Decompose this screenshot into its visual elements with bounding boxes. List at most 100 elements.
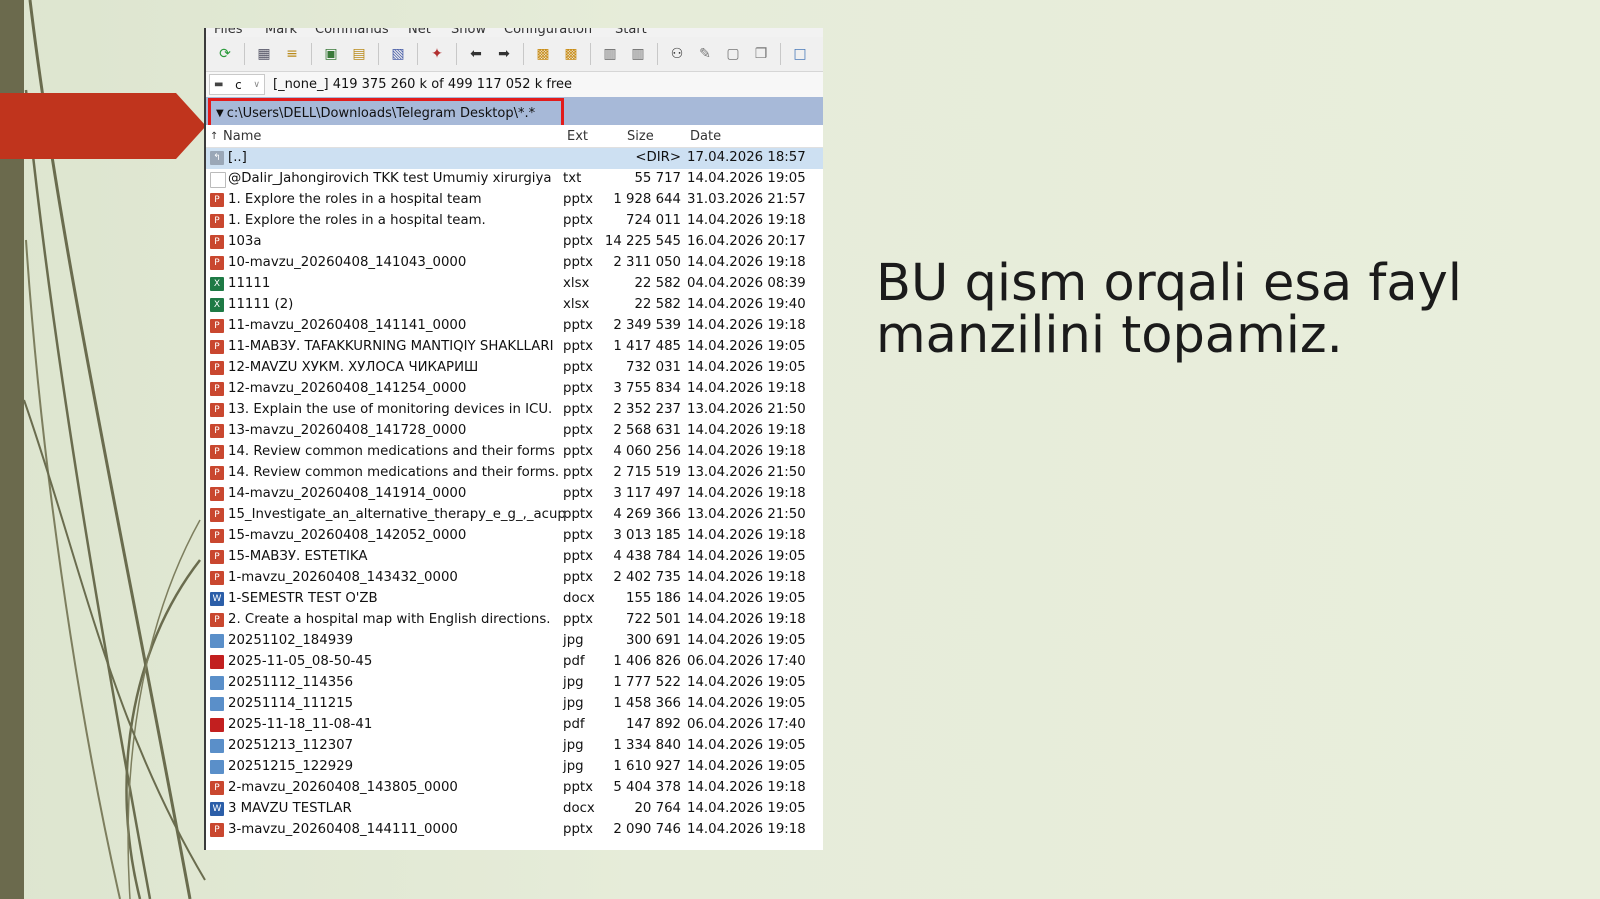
full-view-icon[interactable]: ≡	[281, 43, 303, 65]
file-ext: pptx	[563, 318, 593, 333]
compare-icon[interactable]: ▥	[599, 43, 621, 65]
file-row[interactable]: P 15-МАВЗУ. ESTETIKA pptx 4 438 784 14.04.20…	[206, 547, 823, 568]
file-row[interactable]: P 15_Investigate_an_alternative_therapy_e…	[206, 505, 823, 526]
menu-net[interactable]: Net	[408, 28, 431, 37]
sync-icon[interactable]: ▥	[627, 43, 649, 65]
file-ext: docx	[563, 591, 595, 606]
file-row[interactable]: 2025-11-18_11-08-41 pdf 147 892 06.04.2026 …	[206, 715, 823, 736]
file-row[interactable]: 20251112_114356 jpg 1 777 522 14.04.2026 19…	[206, 673, 823, 694]
drive-select[interactable]: ▬ c ∨	[209, 74, 265, 95]
file-row[interactable]: X 11111 (2) xlsx 22 582 14.04.2026 19:40	[206, 295, 823, 316]
file-row[interactable]: 20251102_184939 jpg 300 691 14.04.2026 19:0…	[206, 631, 823, 652]
file-row[interactable]: P 1. Explore the roles in a hospital team…	[206, 190, 823, 211]
refresh-icon[interactable]: ⟳	[214, 43, 236, 65]
docx-file-icon: W	[210, 802, 224, 816]
file-row[interactable]: @Dalir_Jahongirovich TKK test Umumiy xir…	[206, 169, 823, 190]
back-arrow-icon[interactable]: ⬅	[465, 43, 487, 65]
file-name: 1-mavzu_20260408_143432_0000	[228, 570, 458, 585]
file-row[interactable]: X 11111 xlsx 22 582 04.04.2026 08:39	[206, 274, 823, 295]
history-dropdown-icon[interactable]: ▼	[216, 108, 224, 119]
file-row[interactable]: P 10-mavzu_20260408_141043_0000 pptx 2 311 …	[206, 253, 823, 274]
ftp-icon[interactable]: ▢	[722, 43, 744, 65]
thumbnail-icon[interactable]: ▣	[320, 43, 342, 65]
file-row[interactable]: P 1-mavzu_20260408_143432_0000 pptx 2 402 7…	[206, 568, 823, 589]
menu-mark[interactable]: Mark	[265, 28, 297, 37]
file-row[interactable]: P 11-mavzu_20260408_141141_0000 pptx 2 349 …	[206, 316, 823, 337]
file-date: 14.04.2026 19:18	[687, 570, 806, 585]
pptx-file-icon: P	[210, 256, 224, 270]
file-date: 14.04.2026 19:05	[687, 633, 806, 648]
file-size: 4 438 784	[613, 549, 681, 564]
file-row[interactable]: 20251213_112307 jpg 1 334 840 14.04.2026 19…	[206, 736, 823, 757]
column-size[interactable]: Size	[627, 129, 654, 144]
pptx-file-icon: P	[210, 823, 224, 837]
file-size: 1 777 522	[613, 675, 681, 690]
file-name: 13. Explain the use of monitoring device…	[228, 402, 553, 417]
search-icon[interactable]: ⚇	[666, 43, 688, 65]
file-row[interactable]: P 103a pptx 14 225 545 16.04.2026 20:17	[206, 232, 823, 253]
file-row[interactable]: P 11-МАВЗУ. TAFAKKURNING MANTIQIY SHAKLLA…	[206, 337, 823, 358]
file-row[interactable]: P 12-MAVZU ХУКМ. ХУЛОСА ЧИКАРИШ pptx 732 03…	[206, 358, 823, 379]
file-row[interactable]: ↰ [..] <DIR> 17.04.2026 18:57	[206, 148, 823, 169]
file-row[interactable]: P 14-mavzu_20260408_141914_0000 pptx 3 117 …	[206, 484, 823, 505]
brief-view-icon[interactable]: ▦	[253, 43, 275, 65]
menu-start[interactable]: Start	[615, 28, 647, 37]
file-name: 1. Explore the roles in a hospital team	[228, 192, 482, 207]
file-size: 2 090 746	[613, 822, 681, 837]
file-row[interactable]: P 2. Create a hospital map with English d…	[206, 610, 823, 631]
file-ext: jpg	[563, 738, 584, 753]
file-name: 15-mavzu_20260408_142052_0000	[228, 528, 467, 543]
path-bar[interactable]: ▼ c:\Users\DELL\Downloads\Telegram Deskt…	[206, 97, 823, 129]
rename-icon[interactable]: ✎	[694, 43, 716, 65]
file-row[interactable]: 20251114_111215 jpg 1 458 366 14.04.2026 19…	[206, 694, 823, 715]
file-ext: pptx	[563, 612, 593, 627]
pptx-file-icon: P	[210, 508, 224, 522]
file-ext: pptx	[563, 780, 593, 795]
file-ext: jpg	[563, 696, 584, 711]
file-row[interactable]: P 2-mavzu_20260408_143805_0000 pptx 5 404 3…	[206, 778, 823, 799]
menu-show[interactable]: Show	[451, 28, 486, 37]
file-ext: jpg	[563, 675, 584, 690]
file-size: 2 352 237	[613, 402, 681, 417]
file-row[interactable]: P 14. Review common medications and their…	[206, 442, 823, 463]
column-name[interactable]: Name	[223, 129, 261, 144]
file-size: 155 186	[626, 591, 681, 606]
file-ext: pptx	[563, 465, 593, 480]
file-size: 5 404 378	[613, 780, 681, 795]
xlsx-file-icon: X	[210, 298, 224, 312]
file-row[interactable]: 20251215_122929 jpg 1 610 927 14.04.2026 19…	[206, 757, 823, 778]
forward-arrow-icon[interactable]: ➡	[493, 43, 515, 65]
column-date[interactable]: Date	[690, 129, 721, 144]
select-icon[interactable]: ▧	[387, 43, 409, 65]
pack-icon[interactable]: ▩	[532, 43, 554, 65]
copy-icon[interactable]: ❐	[750, 43, 772, 65]
file-date: 14.04.2026 19:40	[687, 297, 806, 312]
file-row[interactable]: P 1. Explore the roles in a hospital team…	[206, 211, 823, 232]
file-size: 1 334 840	[613, 738, 681, 753]
column-ext[interactable]: Ext	[567, 129, 588, 144]
unpack-icon[interactable]: ▩	[560, 43, 582, 65]
file-date: 14.04.2026 19:05	[687, 801, 806, 816]
file-size: <DIR>	[635, 150, 681, 165]
file-date: 13.04.2026 21:50	[687, 507, 806, 522]
file-row[interactable]: W 3 MAVZU TESTLAR docx 20 764 14.04.2026 19:…	[206, 799, 823, 820]
file-row[interactable]: 2025-11-05_08-50-45 pdf 1 406 826 06.04.202…	[206, 652, 823, 673]
menu-commands[interactable]: Commands	[315, 28, 389, 37]
notepad-icon[interactable]: □	[789, 43, 811, 65]
file-ext: jpg	[563, 759, 584, 774]
file-row[interactable]: P 3-mavzu_20260408_144111_0000 pptx 2 090 7…	[206, 820, 823, 841]
menu-files[interactable]: Files	[214, 28, 243, 37]
file-row[interactable]: P 13. Explain the use of monitoring devic…	[206, 400, 823, 421]
file-size: 3 755 834	[613, 381, 681, 396]
file-row[interactable]: P 14. Review common medications and their…	[206, 463, 823, 484]
file-row[interactable]: W 1-SEMESTR TEST O'ZB docx 155 186 14.04.202…	[206, 589, 823, 610]
tree-icon[interactable]: ▤	[348, 43, 370, 65]
file-row[interactable]: P 15-mavzu_20260408_142052_0000 pptx 3 013 …	[206, 526, 823, 547]
current-path[interactable]: c:\Users\DELL\Downloads\Telegram Desktop…	[227, 106, 535, 121]
file-row[interactable]: P 13-mavzu_20260408_141728_0000 pptx 2 568 …	[206, 421, 823, 442]
filter-icon[interactable]: ✦	[426, 43, 448, 65]
menu-configuration[interactable]: Configuration	[504, 28, 592, 37]
file-size: 4 060 256	[613, 444, 681, 459]
file-row[interactable]: P 12-mavzu_20260408_141254_0000 pptx 3 755 …	[206, 379, 823, 400]
pptx-file-icon: P	[210, 361, 224, 375]
